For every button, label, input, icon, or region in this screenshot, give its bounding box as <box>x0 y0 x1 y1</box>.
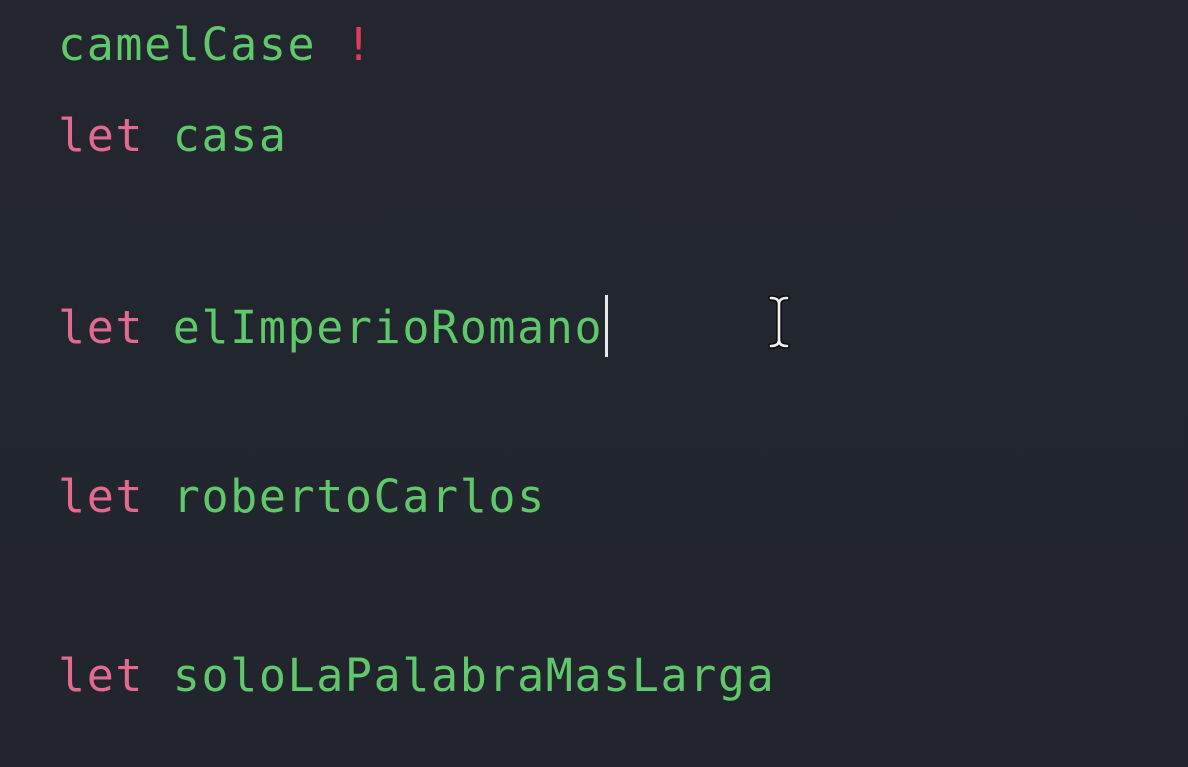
code-line-5[interactable]: let soloLaPalabraMasLarga <box>58 653 775 698</box>
keyword-let: let <box>58 649 145 702</box>
identifier-text: robertoCarlos <box>172 470 546 523</box>
identifier-text: elImperioRomano <box>172 301 604 354</box>
code-line-2[interactable]: let casa <box>58 113 288 158</box>
text-caret <box>605 295 609 357</box>
code-editor[interactable]: camelCase ! let casa let elImperioRomano… <box>0 0 1188 767</box>
code-line-3[interactable]: let elImperioRomano <box>58 295 609 357</box>
code-line-4[interactable]: let robertoCarlos <box>58 474 546 519</box>
exclamation-mark: ! <box>344 18 374 71</box>
identifier-text: soloLaPalabraMasLarga <box>172 649 776 702</box>
keyword-let: let <box>58 301 145 354</box>
code-line-1[interactable]: camelCase ! <box>58 22 374 67</box>
i-beam-cursor-icon <box>768 295 790 349</box>
identifier-text: casa <box>172 109 288 162</box>
keyword-let: let <box>58 109 145 162</box>
keyword-let: let <box>58 470 145 523</box>
identifier-text: camelCase <box>58 18 317 71</box>
